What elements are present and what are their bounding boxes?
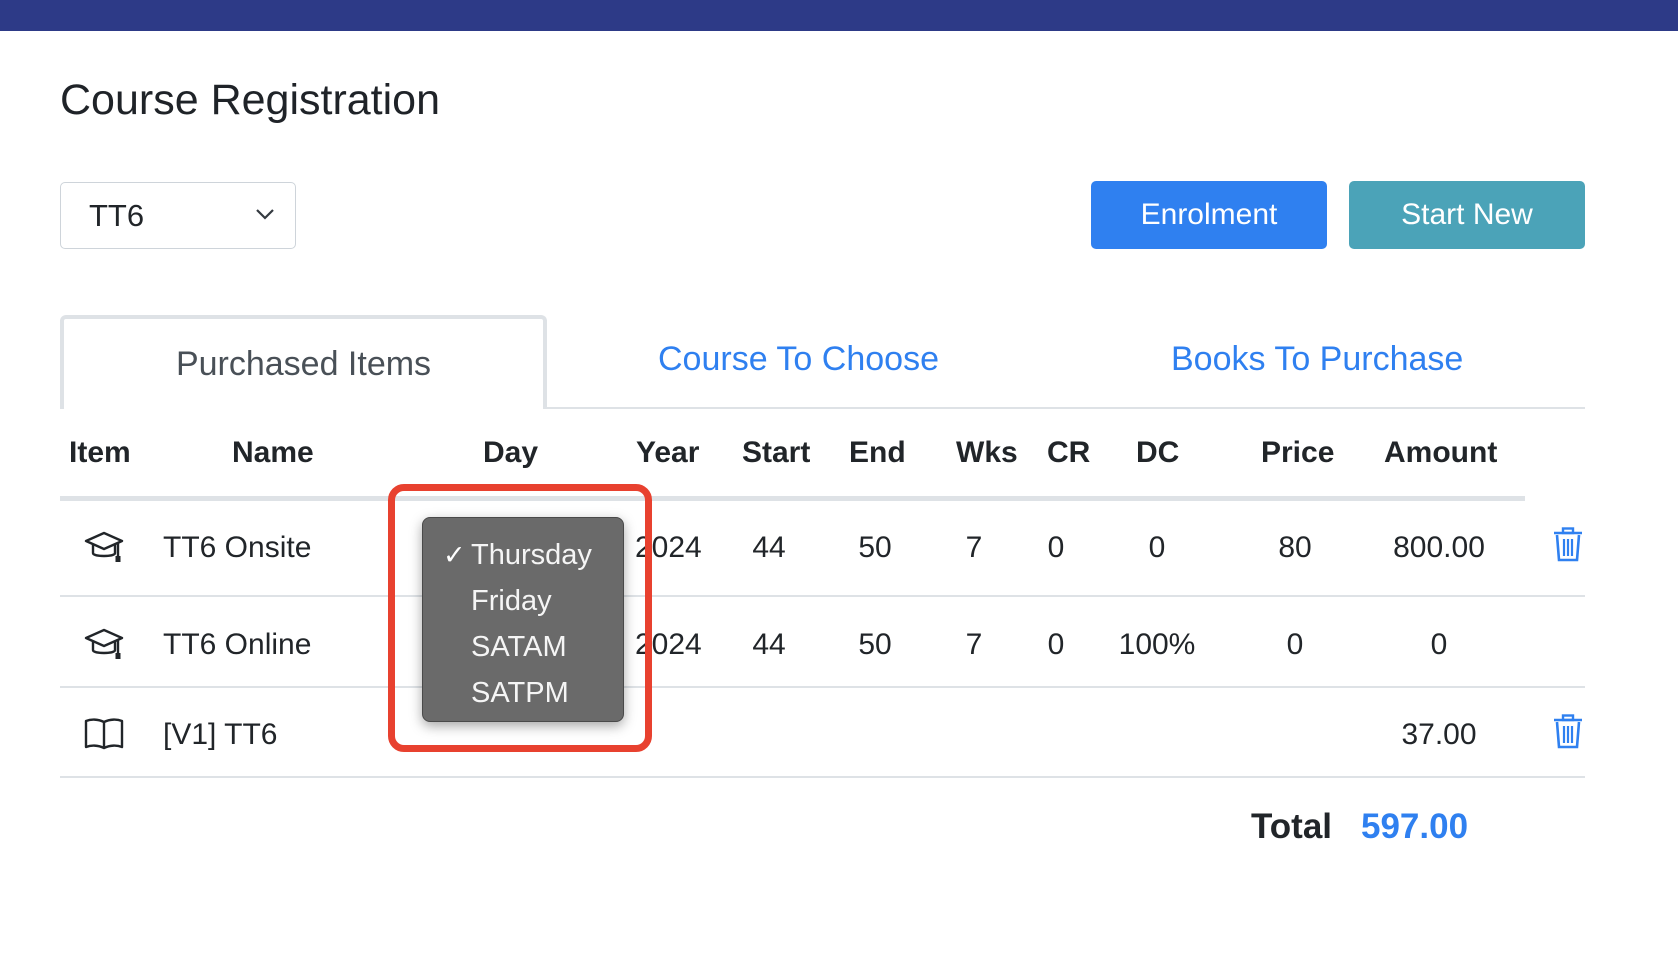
- row-start: 44: [752, 531, 786, 564]
- tab-course-to-choose[interactable]: Course To Choose: [658, 340, 939, 379]
- column-header-item: Item: [69, 436, 131, 469]
- page-title: Course Registration: [60, 76, 441, 124]
- graduation-cap-icon: [84, 531, 124, 562]
- total-value: 597.00: [1361, 807, 1469, 846]
- row-amount: 37.00: [1401, 718, 1477, 751]
- trash-icon[interactable]: [1552, 714, 1584, 750]
- row-name: TT6 Onsite: [163, 531, 312, 564]
- row-cr: 0: [1047, 628, 1065, 661]
- column-header-day: Day: [483, 436, 539, 469]
- trash-icon[interactable]: [1552, 527, 1584, 563]
- row-wks: 7: [965, 628, 983, 661]
- graduation-cap-icon: [84, 628, 124, 659]
- column-header-cr: CR: [1047, 436, 1091, 469]
- table-header-divider: [60, 496, 1525, 501]
- column-header-start: Start: [742, 436, 811, 469]
- row-dc: 100%: [1118, 628, 1196, 661]
- course-select-value: TT6: [89, 197, 145, 233]
- chevron-down-icon: [256, 209, 274, 220]
- total-label: Total: [1251, 807, 1333, 846]
- row-divider: [60, 776, 1585, 778]
- column-header-amount: Amount: [1384, 436, 1498, 469]
- row-divider: [60, 686, 1585, 688]
- row-end: 50: [858, 531, 892, 564]
- tab-purchased-items[interactable]: Purchased Items: [60, 315, 547, 409]
- row-name: [V1] TT6: [163, 718, 278, 751]
- row-amount: 0: [1430, 628, 1448, 661]
- start-new-button[interactable]: Start New: [1349, 181, 1585, 249]
- row-end: 50: [858, 628, 892, 661]
- row-price: 0: [1286, 628, 1304, 661]
- course-select[interactable]: TT6: [60, 182, 296, 249]
- column-header-name: Name: [232, 436, 314, 469]
- row-cr: 0: [1047, 531, 1065, 564]
- column-header-end: End: [849, 436, 906, 469]
- tab-books-to-purchase[interactable]: Books To Purchase: [1171, 340, 1463, 379]
- top-navbar: [0, 0, 1678, 31]
- row-name: TT6 Online: [163, 628, 312, 661]
- column-header-year: Year: [636, 436, 700, 469]
- row-wks: 7: [965, 531, 983, 564]
- row-divider: [60, 595, 1585, 597]
- enrolment-button[interactable]: Enrolment: [1091, 181, 1327, 249]
- row-dc: 0: [1148, 531, 1166, 564]
- row-price: 80: [1278, 531, 1312, 564]
- row-amount: 800.00: [1393, 531, 1485, 564]
- column-header-dc: DC: [1136, 436, 1180, 469]
- annotation-highlight-box: [388, 484, 652, 752]
- book-icon: [84, 718, 124, 750]
- column-header-price: Price: [1261, 436, 1335, 469]
- column-header-wks: Wks: [956, 436, 1018, 469]
- row-start: 44: [752, 628, 786, 661]
